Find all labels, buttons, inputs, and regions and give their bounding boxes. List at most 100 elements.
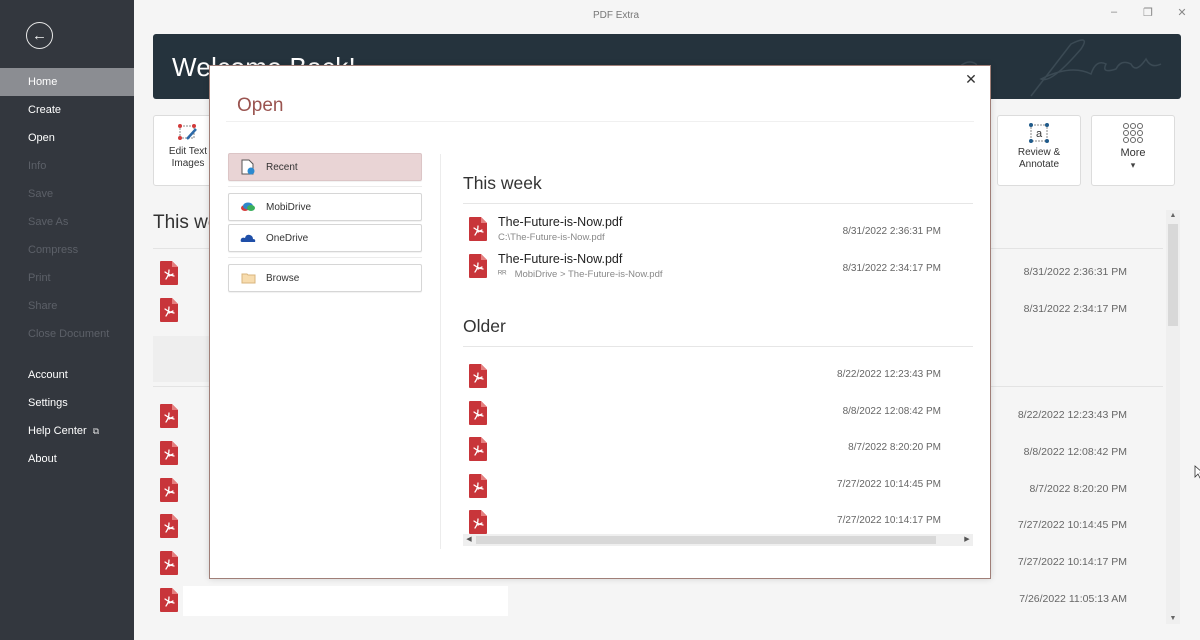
file-date: 7/27/2022 10:14:17 PM [837,515,941,526]
recent-file-row[interactable]: The-Future-is-Now.pdf ᴿᴿ MobiDrive > The-F… [463,252,973,286]
sidebar-item-print: Print [0,264,134,292]
tool-label: More [1120,147,1146,159]
location-onedrive[interactable]: OneDrive [228,224,422,252]
sidebar-item-compress: Compress [0,236,134,264]
file-path-text: MobiDrive > The-Future-is-Now.pdf [514,269,663,280]
divider [440,154,441,549]
file-date: 8/22/2022 12:23:43 PM [837,369,941,380]
sidebar-item-share: Share [0,292,134,320]
edit-text-icon [178,124,197,140]
pdf-file-icon [160,298,178,327]
divider [463,203,973,204]
location-recent[interactable]: Recent [228,153,422,181]
location-label: OneDrive [266,232,309,244]
pdf-file-icon [160,261,178,290]
dialog-close-button[interactable]: ✕ [963,71,979,88]
sidebar-item-help-center[interactable]: Help Center ⧉ [0,417,134,445]
recent-file-icon [240,159,256,175]
divider [226,121,974,122]
file-date: 8/31/2022 2:36:31 PM [842,226,941,237]
scroll-down-arrow-icon[interactable]: ▼ [1166,615,1180,622]
minimize-icon: – [1110,6,1118,18]
recent-file-row[interactable]: 8/7/2022 8:20:20 PM [463,435,973,469]
background-file-date: 7/26/2022 11:05:13 AM [1019,593,1127,605]
pdf-file-icon [469,364,487,393]
review-annotate-tool[interactable]: a Review & Annotate [997,115,1081,186]
chevron-down-icon: ▾ [1130,160,1136,170]
sidebar-item-label: Open [28,132,55,144]
window-close-button[interactable]: ✕ [1172,6,1192,22]
horizontal-scrollbar[interactable]: ◀ ▶ [463,534,973,546]
sidebar-item-save: Save [0,180,134,208]
sidebar-item-label: Home [28,76,58,88]
sidebar: ← Home Create Open Info Save Save As Com… [0,0,134,640]
divider [228,257,422,258]
file-name: The-Future-is-Now.pdf [498,252,623,266]
back-button[interactable]: ← [26,22,53,49]
sidebar-item-close-document: Close Document [0,320,134,348]
sidebar-item-label: Settings [28,397,68,409]
arrow-left-icon: ← [32,27,47,44]
file-path: ᴿᴿ MobiDrive > The-Future-is-Now.pdf [498,269,663,280]
minimize-button[interactable]: – [1104,6,1124,22]
recent-file-row[interactable]: The-Future-is-Now.pdf C:\The-Future-is-No… [463,215,973,249]
sidebar-item-open[interactable]: Open [0,124,134,152]
scrollbar-thumb[interactable] [476,536,936,544]
scroll-up-arrow-icon[interactable]: ▲ [1166,212,1180,219]
location-label: MobiDrive [266,201,312,213]
sidebar-item-label: Create [28,104,62,116]
sidebar-item-label: Info [28,160,47,172]
divider [463,346,973,347]
tool-label: Review & [1017,147,1061,158]
location-label: Browse [266,272,300,284]
divider [228,186,422,187]
background-placeholder [153,336,209,382]
file-date: 8/8/2022 12:08:42 PM [842,405,941,417]
onedrive-icon [240,233,256,243]
file-path-text: C:\The-Future-is-Now.pdf [498,232,605,243]
mobidrive-icon [240,201,256,213]
annotate-icon: a [1029,123,1049,143]
scroll-right-arrow-icon[interactable]: ▶ [961,534,973,546]
vertical-scrollbar[interactable]: ▲ ▼ [1166,210,1180,624]
sidebar-item-label: Print [28,272,51,284]
shared-users-icon: ᴿᴿ [498,269,507,280]
pdf-file-icon [469,254,487,283]
sidebar-item-label: Close Document [28,328,110,340]
sidebar-item-home[interactable]: Home [0,68,134,96]
sidebar-item-create[interactable]: Create [0,96,134,124]
pdf-file-icon [469,473,487,503]
file-date: 8/31/2022 2:34:17 PM [842,263,941,274]
sidebar-item-save-as: Save As [0,208,134,236]
sidebar-item-label: Save As [28,216,69,228]
section-heading-older: Older [463,316,506,336]
sidebar-item-label: About [28,453,57,465]
file-path: C:\The-Future-is-Now.pdf [498,232,605,243]
sidebar-item-info: Info [0,152,134,180]
location-label: Recent [266,161,298,173]
file-date: 7/27/2022 10:14:45 PM [837,478,941,490]
folder-icon [240,272,256,284]
sidebar-item-label: Save [28,188,54,200]
recent-file-row[interactable]: 7/27/2022 10:14:45 PM [463,472,973,506]
external-link-icon: ⧉ [92,426,100,436]
pdf-file-icon [160,588,178,617]
window-title: PDF Extra [592,10,640,21]
redacted-filename [183,586,508,616]
sidebar-item-label: Share [28,300,58,312]
recent-file-row[interactable]: 8/22/2022 12:23:43 PM [463,362,973,396]
location-mobidrive[interactable]: MobiDrive [228,193,422,221]
sidebar-item-account[interactable]: Account [0,361,134,389]
maximize-button[interactable]: ❐ [1138,6,1158,22]
sidebar-item-settings[interactable]: Settings [0,389,134,417]
more-tools-button[interactable]: More ▾ [1091,115,1175,186]
location-browse[interactable]: Browse [228,264,422,292]
pdf-file-icon [160,441,178,470]
pdf-file-icon [469,217,487,246]
maximize-icon: ❐ [1143,7,1153,19]
sidebar-item-about[interactable]: About [0,445,134,473]
sidebar-item-label: Help Center [28,425,87,437]
scroll-left-arrow-icon[interactable]: ◀ [463,534,475,546]
scrollbar-thumb[interactable] [1168,224,1178,326]
recent-file-row[interactable]: 8/8/2022 12:08:42 PM [463,399,973,433]
